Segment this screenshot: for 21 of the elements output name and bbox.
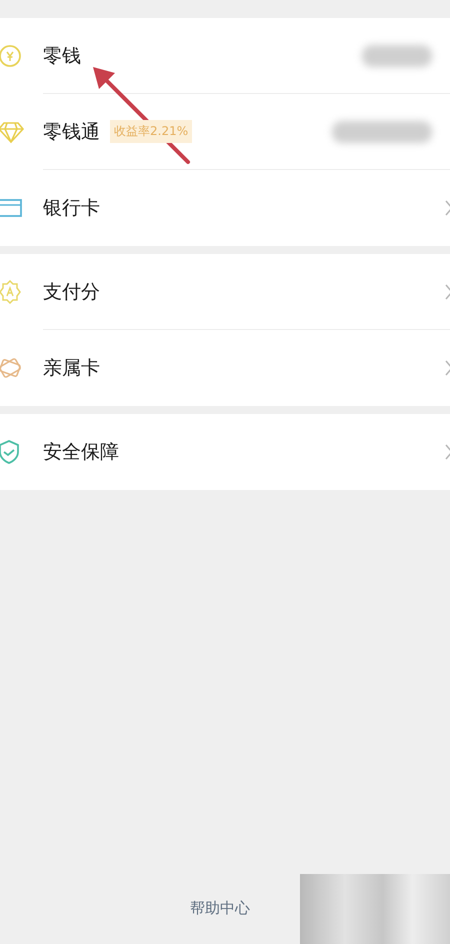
blurred-value xyxy=(362,44,432,66)
menu-label: 零钱 xyxy=(43,44,81,68)
help-center-link[interactable]: 帮助中心 xyxy=(190,898,250,918)
badge-icon xyxy=(0,280,22,304)
diamond-icon xyxy=(0,121,24,143)
menu-item[interactable]: 银行卡 xyxy=(0,170,450,246)
menu-label: 银行卡 xyxy=(43,196,100,221)
card-icon xyxy=(0,198,22,218)
menu-item[interactable]: 零钱通 收益率2.21% xyxy=(0,94,450,170)
shield-icon xyxy=(0,440,20,464)
coin-icon xyxy=(0,44,22,68)
menu-item[interactable]: 亲属卡 xyxy=(0,330,450,406)
menu-item[interactable]: 安全保障 xyxy=(0,414,450,490)
menu-label: 零钱通 xyxy=(43,120,100,144)
cards-icon xyxy=(0,356,22,380)
menu-item[interactable]: 零钱 xyxy=(0,18,450,94)
rate-tag: 收益率2.21% xyxy=(110,120,192,143)
menu-label: 安全保障 xyxy=(43,440,119,465)
menu-label: 支付分 xyxy=(43,280,100,304)
menu-item[interactable]: 支付分 xyxy=(0,254,450,330)
menu-label: 亲属卡 xyxy=(43,356,100,381)
